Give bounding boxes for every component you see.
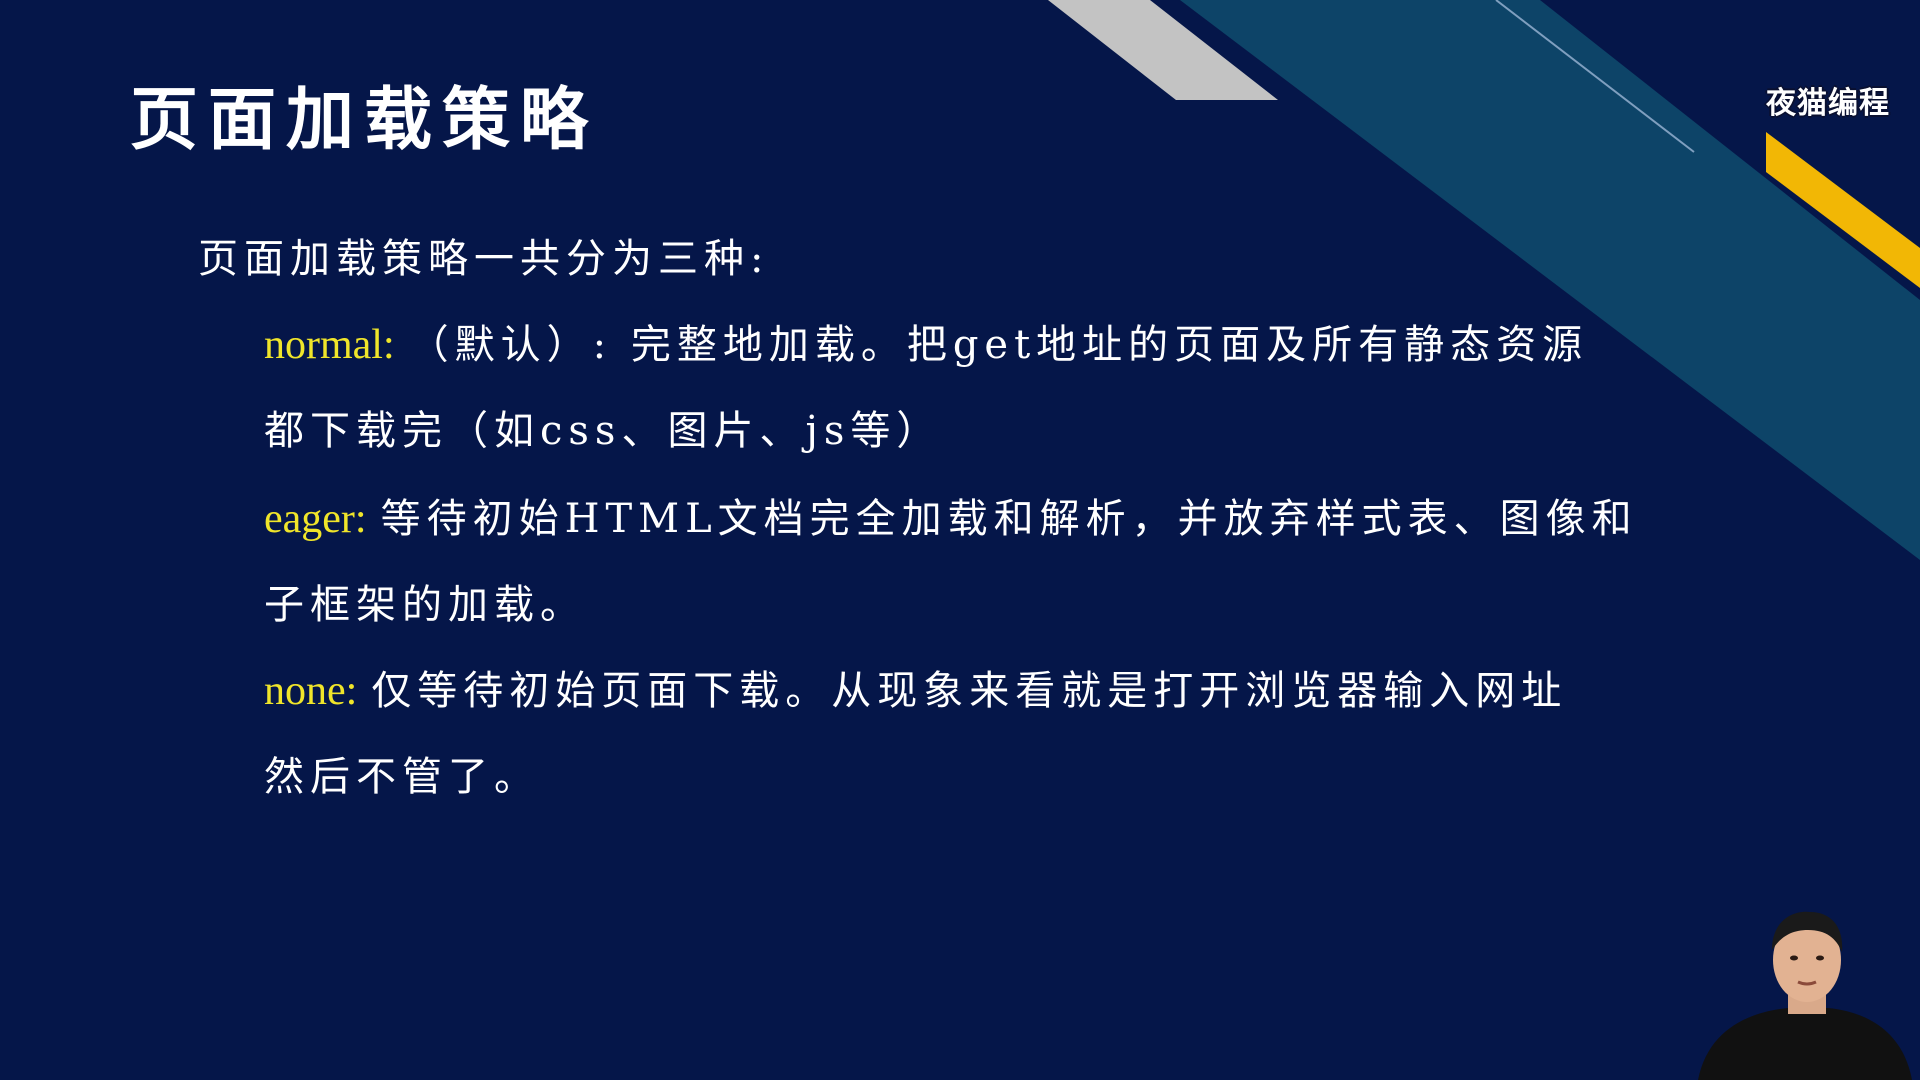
normal-description-1: （默认）: 完整地加载。把get地址的页面及所有静态资源 — [408, 322, 1589, 368]
presenter-right-eye — [1816, 955, 1824, 961]
eager-keyword: eager: — [264, 496, 367, 542]
normal-keyword: normal: — [264, 322, 395, 368]
presenter-shirt — [1698, 1008, 1912, 1080]
presenter-left-eye — [1790, 955, 1798, 961]
eager-description-2: 子框架的加载。 — [264, 582, 586, 628]
brand-logo: 夜猫编程 — [1766, 86, 1890, 121]
presenter-figure — [1698, 911, 1912, 1080]
presenter-video-overlay — [1688, 900, 1918, 1080]
normal-strategy-line-2: 都下载完（如css、图片、js等） — [264, 398, 942, 456]
normal-description-2: 都下载完（如css、图片、js等） — [264, 408, 943, 454]
intro-text: 页面加载策略一共分为三种: — [198, 236, 770, 282]
eager-description-1: 等待初始HTML文档完全加载和解析，并放弃样式表、图像和 — [380, 496, 1638, 542]
presentation-slide: 页面加载策略 页面加载策略一共分为三种: normal: （默认）: 完整地加载。… — [0, 0, 1920, 1080]
eager-strategy-line-1: eager: 等待初始HTML文档完全加载和解析，并放弃样式表、图像和 — [264, 486, 1638, 544]
none-keyword: none: — [264, 668, 358, 714]
none-strategy-line-2: 然后不管了。 — [264, 744, 540, 802]
none-description-1: 仅等待初始页面下载。从现象来看就是打开浏览器输入网址 — [371, 668, 1568, 714]
normal-strategy-line-1: normal: （默认）: 完整地加载。把get地址的页面及所有静态资源 — [264, 312, 1588, 370]
none-strategy-line-1: none: 仅等待初始页面下载。从现象来看就是打开浏览器输入网址 — [264, 658, 1567, 716]
eager-strategy-line-2: 子框架的加载。 — [264, 572, 586, 630]
none-description-2: 然后不管了。 — [264, 754, 540, 800]
slide-title: 页面加载策略 — [130, 80, 599, 160]
